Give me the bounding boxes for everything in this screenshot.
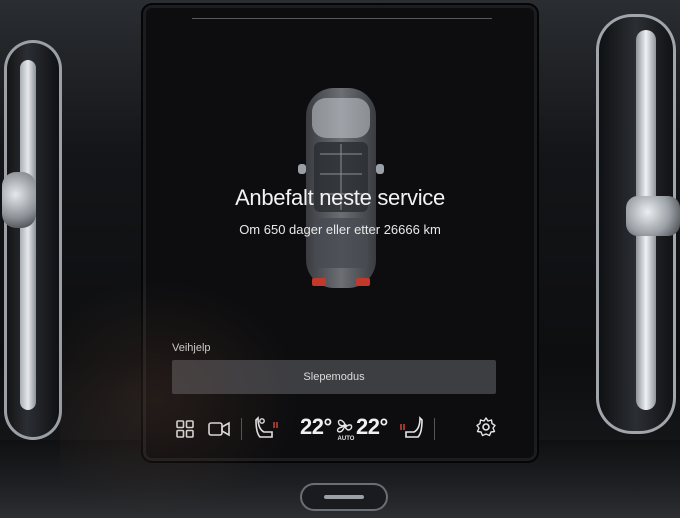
fan-auto-label: AUTO xyxy=(337,436,355,442)
climate-divider xyxy=(241,418,242,440)
status-divider xyxy=(192,18,492,19)
roadside-section-label: Veihjelp xyxy=(172,342,211,354)
service-title: Anbefalt neste service xyxy=(235,185,445,210)
passenger-temperature[interactable]: 22° xyxy=(356,414,388,440)
driver-seat-heat-icon[interactable] xyxy=(254,416,280,440)
tow-mode-button[interactable]: Slepemodus xyxy=(172,360,496,394)
driver-temperature[interactable]: 22° xyxy=(300,414,332,440)
left-vent-knob xyxy=(2,172,36,228)
settings-gear-icon[interactable] xyxy=(476,417,496,437)
hazard-button[interactable] xyxy=(302,485,386,509)
camera-icon[interactable] xyxy=(208,420,230,438)
home-grid-icon[interactable] xyxy=(176,420,194,438)
right-vent-knob xyxy=(626,196,680,236)
service-detail: Om 650 dager eller etter 26666 km xyxy=(239,222,441,237)
left-vent-slat xyxy=(20,60,36,410)
fan-icon[interactable] xyxy=(335,417,355,435)
passenger-seat-heat-icon[interactable] xyxy=(398,416,424,440)
climate-divider xyxy=(434,418,435,440)
center-display: Anbefalt neste service Om 650 dager elle… xyxy=(146,8,534,458)
climate-bar: 22° AUTO 22° xyxy=(146,404,534,454)
